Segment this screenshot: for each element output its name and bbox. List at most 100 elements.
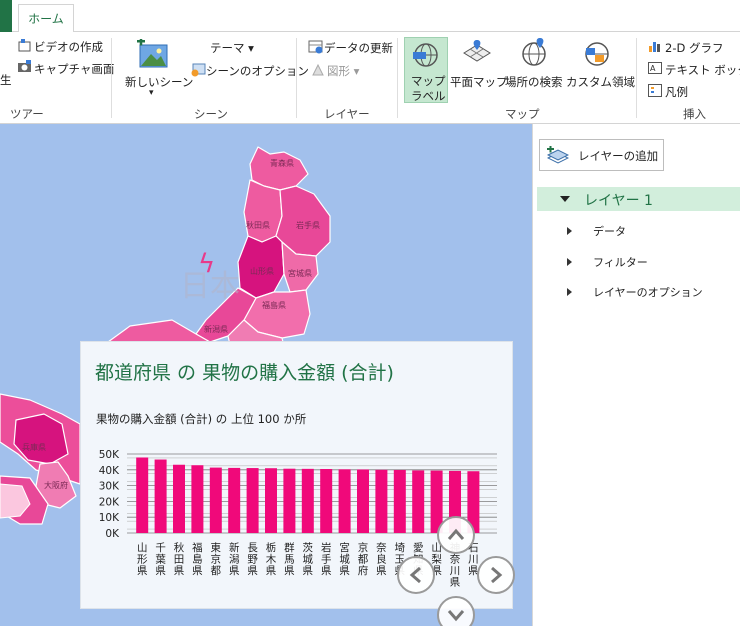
- chart-bar[interactable]: [173, 464, 185, 533]
- y-tick-label: 20K: [99, 496, 120, 508]
- map-cursor-icon: ϟ: [198, 249, 215, 279]
- text-box-button[interactable]: テキスト ボックス: [665, 62, 740, 78]
- chart-bar[interactable]: [154, 459, 167, 533]
- legend-icon: [648, 84, 662, 97]
- map-labels-globe-icon: [413, 43, 438, 67]
- group-scene-name: シーン: [194, 107, 228, 121]
- chart-bar[interactable]: [412, 470, 425, 533]
- power-map-window: ホーム 生 ビデオの作成 キャプチャ画面 ツアー 新しいシーン ▾ テーマ ▾ …: [0, 0, 740, 626]
- chart-bar[interactable]: [320, 469, 333, 533]
- add-layer-label: レイヤーの追加: [578, 149, 659, 163]
- pref-label-osaka: 大阪府: [44, 480, 68, 490]
- chart-bar[interactable]: [357, 469, 369, 533]
- y-tick-label: 40K: [99, 465, 120, 477]
- legend-button[interactable]: 凡例: [665, 84, 688, 100]
- shapes-button[interactable]: 図形 ▾: [327, 63, 359, 79]
- group-layer-name: レイヤー: [324, 107, 370, 121]
- map-labels-line1: マップ: [411, 74, 446, 88]
- chart-bar[interactable]: [393, 469, 406, 533]
- y-tick-label: 50K: [99, 449, 120, 461]
- x-tick-label: 栃木県: [266, 541, 277, 577]
- nav-right-button[interactable]: [477, 556, 515, 594]
- x-tick-label: 奈良県: [376, 541, 387, 577]
- chart-bar[interactable]: [375, 469, 388, 533]
- new-scene-dropdown-icon[interactable]: ▾: [149, 88, 154, 98]
- group-separator: [296, 38, 297, 118]
- scene-options-button[interactable]: シーンのオプション: [206, 63, 309, 79]
- y-tick-label: 10K: [99, 512, 120, 524]
- nav-up-icon: [447, 528, 465, 540]
- chart-bar[interactable]: [283, 468, 296, 533]
- chart-subtitle: 果物の購入金額 (合計) の 上位 100 か所: [96, 412, 307, 426]
- chart-bar[interactable]: [136, 457, 149, 533]
- x-tick-label: 京都府: [358, 541, 369, 577]
- chart-bar[interactable]: [209, 467, 222, 533]
- text-box-icon: A: [648, 62, 662, 74]
- layer-name: レイヤー 1: [584, 193, 653, 209]
- chart-bar[interactable]: [301, 468, 314, 533]
- pref-label-miyagi: 宮城県: [288, 268, 312, 278]
- chart-2d-button[interactable]: 2-D グラフ: [665, 40, 723, 56]
- chart-title: 都道府県 の 果物の購入金額 (合計): [95, 362, 394, 384]
- layer-section-label: レイヤーのオプション: [593, 286, 703, 299]
- nav-left-button[interactable]: [397, 556, 435, 594]
- chart-bar[interactable]: [338, 469, 351, 533]
- collapse-layer-icon[interactable]: [560, 196, 570, 202]
- refresh-data-icon: [308, 40, 323, 54]
- chart-2d-icon: [649, 42, 660, 52]
- nav-up-button[interactable]: [437, 516, 475, 554]
- chart-bar[interactable]: [265, 468, 277, 533]
- group-map-name: マップ: [505, 107, 540, 121]
- pref-label-akita: 秋田県: [246, 220, 270, 230]
- add-layer-icon: [547, 146, 569, 164]
- group-separator: [636, 38, 637, 118]
- create-video-button[interactable]: ビデオの作成: [34, 39, 103, 55]
- x-tick-label: 新潟県: [229, 541, 240, 577]
- map-labels-line2: ラベル: [411, 89, 446, 103]
- x-tick-label: 千葉県: [155, 542, 166, 577]
- pref-label-aomori: 青森県: [270, 158, 294, 168]
- expand-icon: [567, 288, 572, 296]
- flat-map-button[interactable]: 平面マップ: [450, 74, 508, 90]
- layer-section-label: フィルター: [593, 256, 648, 269]
- pref-label-yamagata: 山形県: [250, 266, 274, 276]
- chart-bar[interactable]: [191, 465, 204, 533]
- scene-options-icon: [191, 63, 206, 77]
- nav-down-button[interactable]: [437, 596, 475, 626]
- nav-down-icon: [447, 610, 465, 622]
- find-location-button[interactable]: 場所の検索: [505, 74, 563, 90]
- tab-home[interactable]: ホーム: [18, 4, 74, 33]
- x-tick-label: 茨城県: [303, 541, 314, 577]
- x-tick-label: 秋田県: [174, 541, 185, 577]
- layer-section-data[interactable]: データ: [563, 222, 733, 242]
- x-tick-label: 宮城県: [339, 541, 350, 577]
- map-labels-button[interactable]: マップ ラベル: [404, 37, 448, 103]
- theme-button[interactable]: テーマ ▾: [210, 40, 254, 56]
- file-tab[interactable]: [0, 0, 12, 32]
- chart-card[interactable]: 都道府県 の 果物の購入金額 (合計) 果物の購入金額 (合計) の 上位 10…: [80, 341, 513, 609]
- akita-region: [243, 179, 283, 243]
- add-layer-button[interactable]: レイヤーの追加: [539, 139, 664, 171]
- group-separator: [397, 38, 398, 118]
- expand-icon: [567, 227, 572, 235]
- chart-bar[interactable]: [228, 467, 241, 533]
- layer-section-options[interactable]: レイヤーのオプション: [563, 283, 733, 303]
- new-scene-button[interactable]: 新しいシーン: [125, 74, 193, 90]
- refresh-data-button[interactable]: データの更新: [324, 40, 393, 56]
- ribbon: 生 ビデオの作成 キャプチャ画面 ツアー 新しいシーン ▾ テーマ ▾ シーンの…: [0, 32, 740, 124]
- find-location-icon: [522, 38, 546, 66]
- custom-regions-icon: [585, 42, 609, 66]
- x-tick-label: 山形県: [137, 542, 148, 577]
- play-tour-label-fragment[interactable]: 生: [0, 72, 12, 88]
- layer-pane: レイヤーの追加 レイヤー 1 データ フィルター レイヤーのオプション: [532, 124, 740, 626]
- expand-icon: [567, 258, 572, 266]
- layer-section-filter[interactable]: フィルター: [563, 253, 733, 273]
- capture-screen-button[interactable]: キャプチャ画面: [34, 61, 114, 77]
- ribbon-tab-bar: ホーム: [0, 0, 740, 33]
- custom-regions-button[interactable]: カスタム領域: [566, 74, 635, 90]
- chart-bar[interactable]: [246, 468, 259, 533]
- x-tick-label: 東京都: [211, 541, 222, 577]
- x-tick-label: 岩手県: [321, 541, 332, 577]
- layer-1-row[interactable]: レイヤー 1: [537, 187, 740, 211]
- pref-label-fukushima: 福島県: [262, 300, 286, 310]
